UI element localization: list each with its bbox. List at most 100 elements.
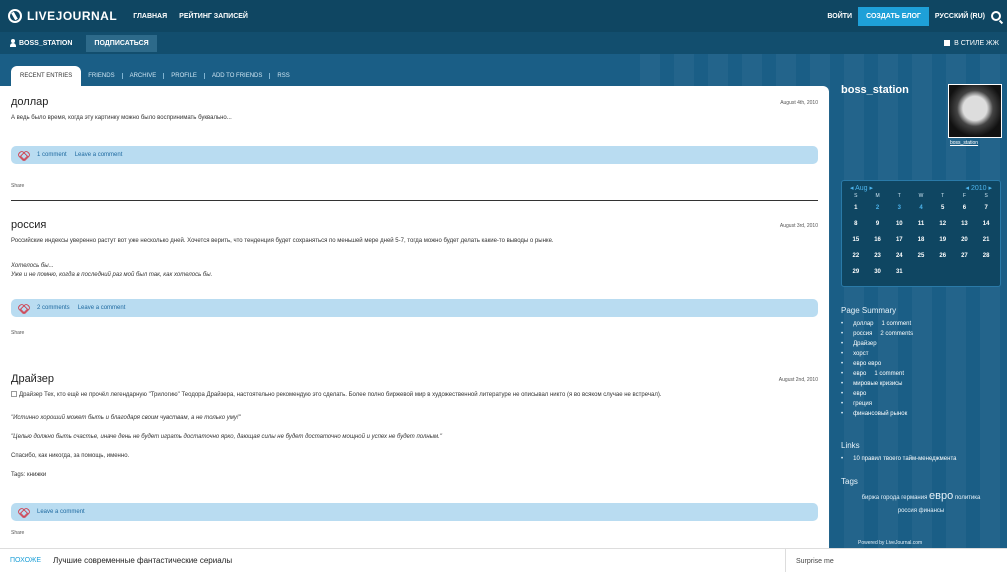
sidebar-link[interactable]: 10 правил твоего тайм-менеджмента <box>853 454 956 464</box>
entry-quote: "Целью должно быть счастье, иначе день н… <box>11 434 442 440</box>
entry-title[interactable]: россия <box>11 219 818 231</box>
entry-text: Драйзер Тех, кто ещё не прочёл легендарн… <box>11 391 818 400</box>
comments-link[interactable]: 1 comment <box>37 152 67 158</box>
calendar-day[interactable]: 3 <box>888 200 910 216</box>
calendar-day: 7 <box>984 205 988 211</box>
tab-profile[interactable]: PROFILE <box>164 73 205 79</box>
tag-link[interactable]: биржа города германия <box>862 495 928 501</box>
calendar-day: 9 <box>875 221 880 227</box>
journal-user[interactable]: BOSS_STATION <box>10 39 72 47</box>
calendar-day: 20 <box>961 237 968 243</box>
entry: россия August 3rd, 2010 Российские индек… <box>11 219 818 336</box>
summary-entry-link[interactable]: доллар <box>853 319 873 329</box>
calendar-day: 6 <box>962 205 967 211</box>
calendar-year[interactable]: ◂ 2010 ▸ <box>965 184 992 192</box>
summary-entry-link[interactable]: евро <box>853 389 866 399</box>
top-navigation-bar: LIVEJOURNAL ГЛАВНАЯ РЕЙТИНГ ЗАПИСЕЙ ВОЙТ… <box>0 0 1007 32</box>
tag-link[interactable]: россия финансы <box>898 508 945 514</box>
entry-italic-text: Уже и не помню, когда в последний раз мо… <box>11 272 213 278</box>
tags-heading: Tags <box>841 477 858 486</box>
calendar-day: 22 <box>852 253 860 259</box>
create-blog-button[interactable]: СОЗДАТЬ БЛОГ <box>858 6 929 26</box>
calendar-day: 25 <box>917 253 925 259</box>
calendar-day: 31 <box>895 269 903 275</box>
livejournal-logo[interactable]: LIVEJOURNAL <box>8 9 117 23</box>
summary-entry-link[interactable]: евро евро <box>853 359 881 369</box>
calendar-day: 8 <box>854 221 858 227</box>
leave-comment-link[interactable]: Leave a comment <box>75 152 123 158</box>
summary-comments-link[interactable]: 1 comment <box>874 369 904 379</box>
entry-title[interactable]: доллар <box>11 96 818 108</box>
entries-panel: доллар August 4th, 2010 А ведь было врем… <box>0 86 829 548</box>
nav-home-link[interactable]: ГЛАВНАЯ <box>133 13 167 20</box>
entry-actions-bar: 2 comments Leave a comment <box>11 299 818 317</box>
calendar-day: 13 <box>961 221 968 227</box>
entry-text-body: Драйзер Тех, кто ещё не прочёл легендарн… <box>19 392 662 398</box>
tab-rss[interactable]: RSS <box>270 73 296 79</box>
login-link[interactable]: ВОЙТИ <box>827 13 852 20</box>
nav-rating-link[interactable]: РЕЙТИНГ ЗАПИСЕЙ <box>179 13 248 20</box>
entry-date: August 2nd, 2010 <box>778 377 818 383</box>
tag-link[interactable]: политика <box>955 495 981 501</box>
calendar-day: 14 <box>982 221 990 227</box>
summary-entry-link[interactable]: финансовый рынок <box>853 409 907 419</box>
calendar-weekday: W <box>918 193 924 199</box>
entry-title[interactable]: Драйзер <box>11 373 818 385</box>
comments-link[interactable]: 2 comments <box>37 305 70 311</box>
tab-add-to-friends[interactable]: ADD TO FRIENDS <box>205 73 271 79</box>
share-link[interactable]: Share <box>11 530 24 536</box>
calendar-weekday: T <box>897 193 901 199</box>
summary-entry-link[interactable]: мировые кризисы <box>853 379 902 389</box>
similar-link[interactable]: Лучшие современные фантастические сериал… <box>53 556 232 565</box>
heart-icon[interactable] <box>19 508 27 516</box>
similar-label: ПОХОЖЕ <box>10 557 42 564</box>
calendar-day[interactable]: 2 <box>867 200 889 216</box>
calendar-day: 18 <box>917 237 925 243</box>
heart-icon[interactable] <box>19 304 27 312</box>
style-checkbox[interactable] <box>944 40 951 46</box>
summary-comments-link[interactable]: 2 comments <box>880 329 913 339</box>
avatar[interactable] <box>948 84 1002 138</box>
links-section: Links 10 правил твоего тайм-менеджмента <box>841 441 1001 464</box>
calendar-widget: ◂ Aug ▸ ◂ 2010 ▸ S M T W T F S 1 2 3 4 5 6 7 8 9 10 11 12 1… <box>841 180 1001 287</box>
subscribe-button[interactable]: ПОДПИСАТЬСЯ <box>86 34 157 52</box>
list-item: хорст <box>841 349 1001 359</box>
entry-note: Спасибо, как никогда, за помощь, именно. <box>11 453 130 459</box>
summary-entry-link[interactable]: греция <box>853 399 872 409</box>
leave-comment-link[interactable]: Leave a comment <box>78 305 126 311</box>
summary-comments-link[interactable]: 1 comment <box>882 319 912 329</box>
avatar-username[interactable]: boss_station <box>950 140 978 146</box>
style-toggle[interactable]: В СТИЛЕ ЖЖ <box>944 40 999 47</box>
calendar-weekday: M <box>875 193 880 199</box>
summary-entry-link[interactable]: Драйзер <box>853 339 876 349</box>
calendar-day: 5 <box>941 205 945 211</box>
tab-friends[interactable]: FRIENDS <box>81 73 123 79</box>
entry-tags[interactable]: Tags: книжки <box>11 471 818 480</box>
share-link[interactable]: Share <box>11 183 24 189</box>
style-toggle-label: В СТИЛЕ ЖЖ <box>954 39 999 47</box>
broken-image-icon <box>11 391 17 398</box>
user-icon <box>10 39 16 47</box>
journal-username: BOSS_STATION <box>19 39 73 47</box>
calendar-day: 19 <box>939 237 947 243</box>
calendar-grid: S M T W T F S 1 2 3 4 5 6 7 8 9 10 11 12 13 14 15 16 17 18 19 20 21… <box>842 192 1000 280</box>
list-item: финансовый рынок <box>841 409 1001 419</box>
list-item: Драйзер <box>841 339 1001 349</box>
leave-comment-link[interactable]: Leave a comment <box>37 509 85 515</box>
share-link[interactable]: Share <box>11 330 24 336</box>
calendar-day[interactable]: 4 <box>910 200 932 216</box>
powered-by[interactable]: Powered by LiveJournal.com <box>858 540 922 546</box>
tab-recent-entries[interactable]: RECENT ENTRIES <box>11 66 82 86</box>
heart-icon[interactable] <box>19 151 27 159</box>
summary-entry-link[interactable]: хорст <box>853 349 868 359</box>
entry: Драйзер August 2nd, 2010 Драйзер Тех, кт… <box>11 373 818 536</box>
summary-entry-link[interactable]: евро <box>853 369 866 379</box>
tab-archive[interactable]: ARCHIVE <box>123 73 165 79</box>
surprise-me-link[interactable]: Surprise me <box>785 549 834 572</box>
calendar-month[interactable]: ◂ Aug ▸ <box>850 184 873 192</box>
summary-entry-link[interactable]: россия <box>853 329 872 339</box>
search-icon[interactable] <box>991 11 1001 21</box>
language-selector[interactable]: РУССКИЙ (RU) <box>935 13 985 20</box>
calendar-weekday: F <box>962 193 966 199</box>
tag-link[interactable]: евро <box>929 490 953 502</box>
